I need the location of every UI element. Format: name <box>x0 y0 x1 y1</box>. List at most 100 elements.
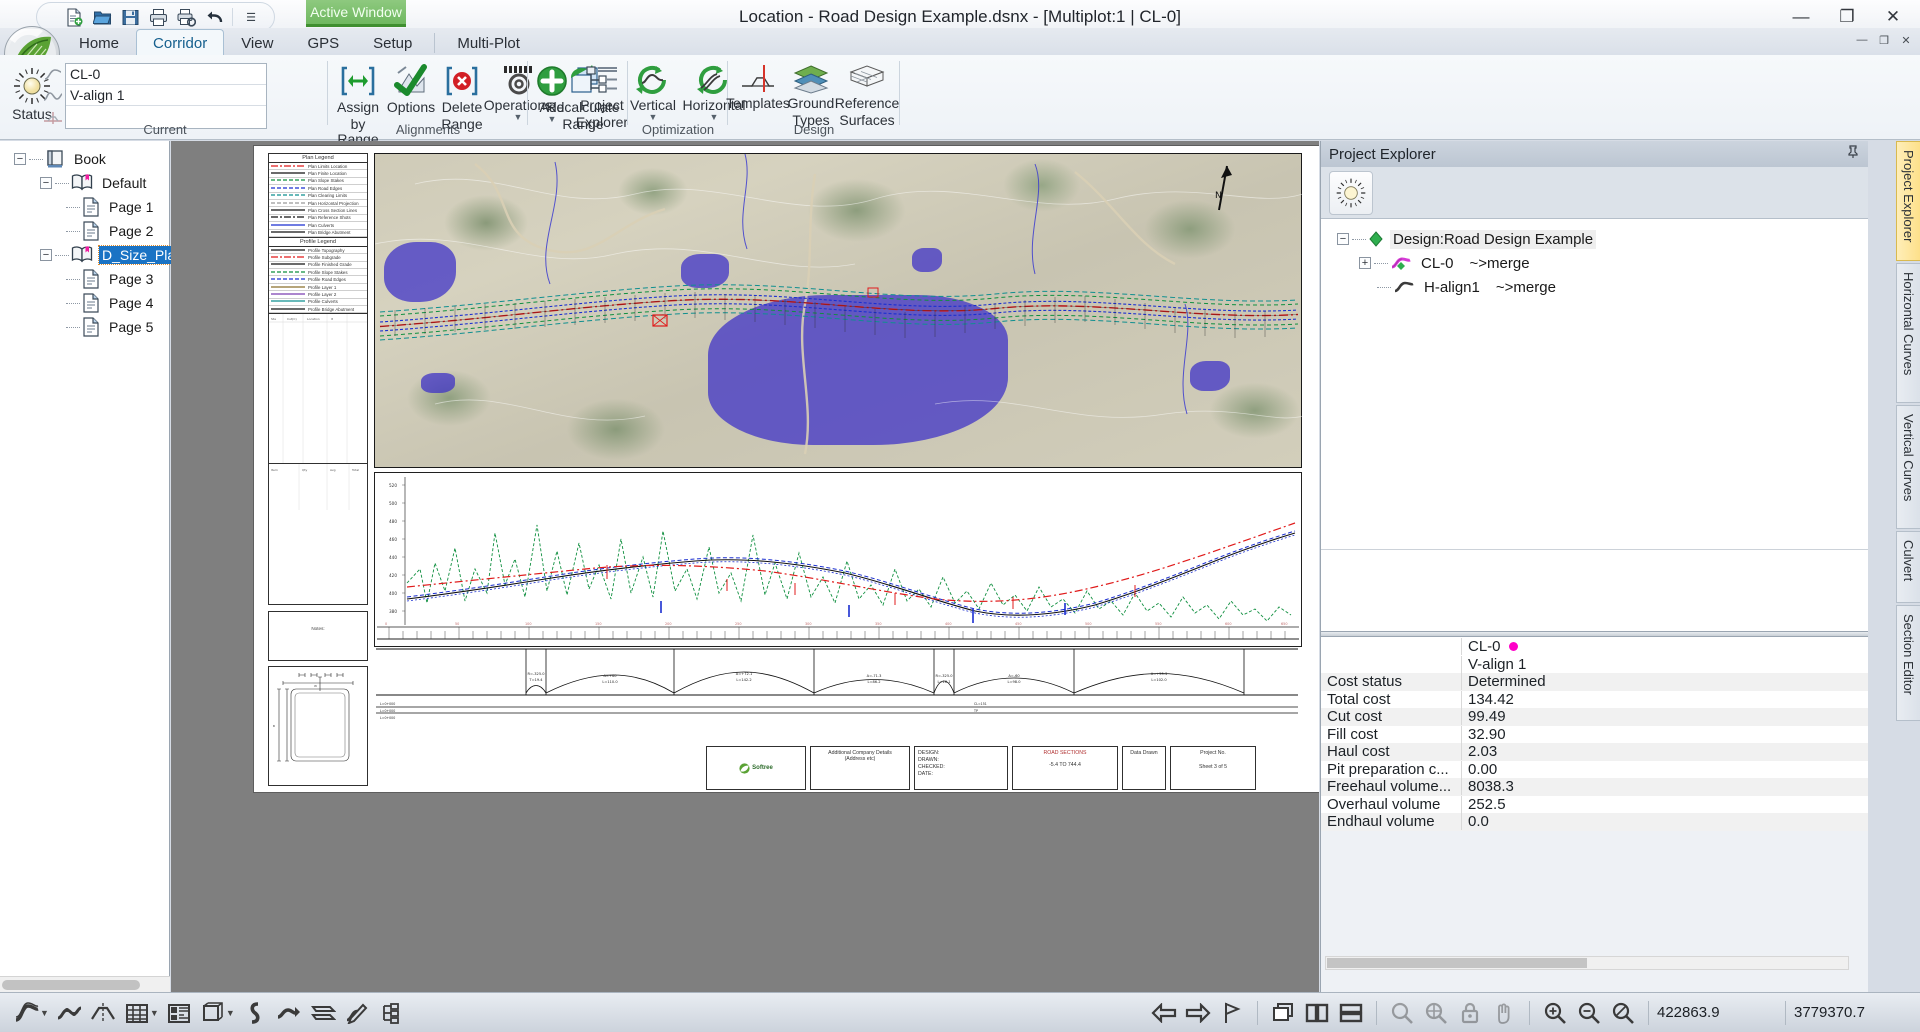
cost-table-row[interactable]: Overhaul volume 252.5 <box>1321 795 1868 814</box>
profile-tool[interactable] <box>52 997 86 1029</box>
alignment-tool[interactable] <box>10 997 44 1029</box>
vtab-section-editor[interactable]: Section Editor <box>1896 605 1920 721</box>
tree-node-page-3[interactable]: Page 3 <box>0 267 169 291</box>
document-close-button[interactable]: ✕ <box>1896 30 1916 50</box>
save-icon[interactable] <box>117 5 143 29</box>
legend-swatch-icon <box>271 215 305 220</box>
3d-view-caret-icon[interactable]: ▼ <box>226 1008 235 1018</box>
pan-button[interactable] <box>1487 997 1521 1029</box>
document-minimize-button[interactable]: — <box>1852 30 1872 50</box>
cost-table-row[interactable]: Total cost 134.42 <box>1321 690 1868 709</box>
pin-icon[interactable] <box>1846 145 1860 163</box>
cost-table-row[interactable]: Endhaul volume 0.0 <box>1321 813 1868 831</box>
table-tool[interactable] <box>120 997 154 1029</box>
pe-node-cl-0[interactable]: + CL-0 ~>merge <box>1329 251 1868 275</box>
vtab-culvert[interactable]: Culvert <box>1896 531 1920 603</box>
offset-tool[interactable] <box>306 997 340 1029</box>
cascade-windows-button[interactable] <box>1266 997 1300 1029</box>
tree-node-book[interactable]: − Book <box>0 147 169 171</box>
vtab-horizontal-curves[interactable]: Horizontal Curves <box>1896 263 1920 403</box>
tree-node-page-2[interactable]: Page 2 <box>0 219 169 243</box>
hierarchy-tool[interactable] <box>374 997 408 1029</box>
pe-node-design[interactable]: − Design:Road Design Example <box>1329 227 1868 251</box>
expander-icon[interactable]: − <box>1337 233 1349 245</box>
move-pi-tool[interactable] <box>272 997 306 1029</box>
qat-divider <box>232 8 233 26</box>
alignment-tool-caret-icon[interactable]: ▼ <box>40 1008 49 1018</box>
zoom-extents-button[interactable] <box>1419 997 1453 1029</box>
cost-table-row[interactable]: Fill cost 32.90 <box>1321 725 1868 744</box>
vertical-caret-icon[interactable]: ▼ <box>649 113 658 122</box>
tree-node-d-size-plan-profile[interactable]: − D_Size_Plan_Profi <box>0 243 224 267</box>
tile-vertical-button[interactable] <box>1300 997 1334 1029</box>
cost-table-row[interactable]: Freehaul volume... 8038.3 <box>1321 778 1868 796</box>
open-icon[interactable] <box>89 5 115 29</box>
reference-surfaces-button[interactable]: Reference Surfaces <box>835 60 899 128</box>
expander-icon[interactable]: − <box>14 153 26 165</box>
left-panel-hscrollbar[interactable] <box>0 976 170 992</box>
horizontal-caret-icon[interactable]: ▼ <box>710 113 719 122</box>
undo-icon[interactable] <box>201 5 227 29</box>
multiplot-canvas[interactable]: Plan Legend Plan Limits Location Plan Fin… <box>171 141 1319 992</box>
valign-field[interactable]: V-align 1 <box>66 85 266 106</box>
add-button[interactable]: Add ▼ <box>530 60 574 134</box>
tab-setup[interactable]: Setup <box>356 29 429 56</box>
tree-node-default[interactable]: − Default <box>0 171 169 195</box>
document-restore-button[interactable]: ❐ <box>1874 30 1894 50</box>
tab-view[interactable]: View <box>224 29 290 56</box>
insert-pi-tool[interactable] <box>238 997 272 1029</box>
tab-corridor[interactable]: Corridor <box>136 29 225 56</box>
project-explorer-button[interactable]: Project Explorer <box>574 60 630 130</box>
right-panel-hscrollbar[interactable] <box>1325 956 1849 970</box>
qat-overflow-icon[interactable]: ☰ <box>238 5 264 29</box>
tree-node-page-5[interactable]: Page 5 <box>0 315 169 339</box>
flag-button[interactable] <box>1215 997 1249 1029</box>
edit-alignment-tool[interactable] <box>340 997 374 1029</box>
expander-icon[interactable]: − <box>40 249 52 261</box>
expander-icon[interactable]: − <box>40 177 52 189</box>
tab-home[interactable]: Home <box>62 29 136 56</box>
operations-caret-icon[interactable]: ▼ <box>514 113 523 122</box>
zoom-reset-button[interactable] <box>1606 997 1640 1029</box>
next-button[interactable] <box>1181 997 1215 1029</box>
tab-multi-plot[interactable]: Multi-Plot <box>440 29 537 56</box>
zoom-out-button[interactable] <box>1572 997 1606 1029</box>
vtab-vertical-curves[interactable]: Vertical Curves <box>1896 405 1920 529</box>
cost-table-row[interactable]: Haul cost 2.03 <box>1321 743 1868 761</box>
tab-gps[interactable]: GPS <box>290 29 356 56</box>
scrollbar-thumb[interactable] <box>2 980 140 990</box>
zoom-in-button[interactable] <box>1538 997 1572 1029</box>
report-tool[interactable] <box>162 997 196 1029</box>
drawing-sheet[interactable]: Plan Legend Plan Limits Location Plan Fin… <box>253 145 1319 793</box>
assign-by-range-button[interactable]: Assign by Range <box>332 60 384 147</box>
previous-button[interactable] <box>1147 997 1181 1029</box>
tile-horizontal-button[interactable] <box>1334 997 1368 1029</box>
plan-aerial-image[interactable]: N <box>374 153 1303 468</box>
cost-table-row[interactable]: Cost status Determined <box>1321 673 1868 691</box>
print-setup-icon[interactable] <box>173 5 199 29</box>
zoom-window-button[interactable] <box>1385 997 1419 1029</box>
expander-icon[interactable]: + <box>1359 257 1371 269</box>
centerline-field[interactable]: CL-0 <box>66 64 266 85</box>
sun-icon[interactable] <box>1329 170 1373 215</box>
3d-view-tool[interactable] <box>196 997 230 1029</box>
scrollbar-thumb[interactable] <box>1327 958 1587 968</box>
options-button[interactable]: Options <box>386 60 436 128</box>
lock-zoom-button[interactable] <box>1453 997 1487 1029</box>
delete-range-button[interactable]: Delete Range <box>438 60 486 132</box>
vtab-project-explorer[interactable]: Project Explorer <box>1896 141 1920 261</box>
add-caret-icon[interactable]: ▼ <box>548 115 557 124</box>
print-icon[interactable] <box>145 5 171 29</box>
new-icon[interactable] <box>61 5 87 29</box>
pe-node-h-align1[interactable]: H-align1 ~>merge <box>1329 275 1868 299</box>
cost-table-row[interactable]: Cut cost 99.49 <box>1321 708 1868 726</box>
templates-button[interactable]: Templates <box>726 60 790 128</box>
table-tool-caret-icon[interactable]: ▼ <box>150 1008 159 1018</box>
profile-chart[interactable]: 520 500 480 460 440 420 400 380 0 50 100… <box>374 472 1302 658</box>
tree-node-page-4[interactable]: Page 4 <box>0 291 169 315</box>
cost-table-row[interactable]: Pit preparation c... 0.00 <box>1321 760 1868 779</box>
tree-node-page-1[interactable]: Page 1 <box>0 195 169 219</box>
ground-types-button[interactable]: Ground Types <box>786 60 836 128</box>
mass-haul-diagram[interactable]: R=-325.0 T=19.4 A=+60 L=110.0 A=+72.1 L=142… <box>374 646 1302 741</box>
cross-section-tool[interactable] <box>86 997 120 1029</box>
